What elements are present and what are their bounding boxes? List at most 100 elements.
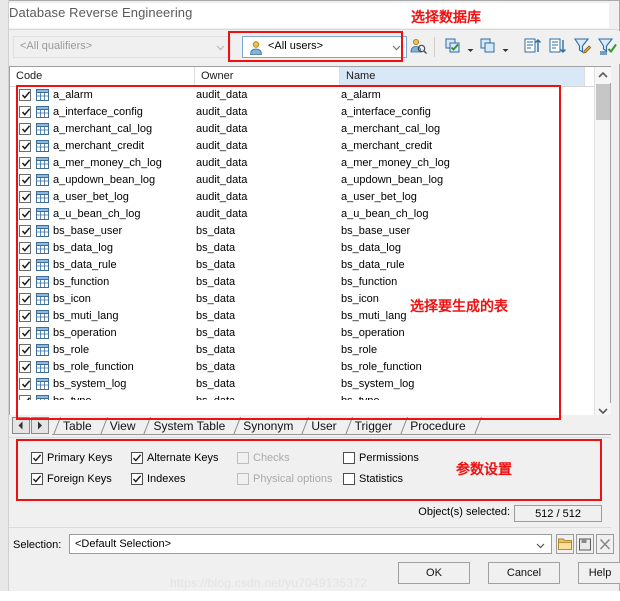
row-checkbox[interactable]: [19, 259, 31, 271]
table-row[interactable]: bs_base_user bs_data bs_base_user: [11, 223, 585, 240]
tab-view[interactable]: View: [99, 416, 143, 436]
table-row[interactable]: bs_operation bs_data bs_operation: [11, 325, 585, 342]
select-all-icon[interactable]: [443, 36, 465, 58]
row-checkbox[interactable]: [19, 191, 31, 203]
cell-name: a_mer_money_ch_log: [341, 157, 450, 169]
table-icon: [36, 225, 49, 237]
delete-icon[interactable]: [596, 534, 614, 554]
column-header-owner[interactable]: Owner: [195, 67, 340, 86]
objects-selected-label: Object(s) selected:: [418, 506, 510, 518]
row-checkbox[interactable]: [19, 208, 31, 220]
row-checkbox[interactable]: [19, 310, 31, 322]
tab-table[interactable]: Table: [52, 416, 99, 436]
deselect-all-dropdown-icon[interactable]: [502, 44, 509, 52]
table-row[interactable]: a_updown_bean_log audit_data a_updown_bean…: [11, 172, 585, 189]
table-icon: [36, 276, 49, 288]
tab-scroll-left-button[interactable]: [12, 417, 30, 434]
row-checkbox[interactable]: [19, 242, 31, 254]
table-row[interactable]: a_alarm audit_data a_alarm: [11, 87, 585, 104]
column-header-code[interactable]: Code: [10, 67, 195, 86]
row-checkbox[interactable]: [19, 106, 31, 118]
apply-filter-icon[interactable]: [597, 36, 619, 58]
option-checkbox[interactable]: [31, 452, 43, 464]
qualifier-combo[interactable]: <All qualifiers>: [13, 36, 231, 58]
annotation-parameter-settings: 参数设置: [456, 462, 512, 478]
user-filter-icon[interactable]: [408, 36, 430, 58]
row-checkbox[interactable]: [19, 174, 31, 186]
table-row[interactable]: bs_typebs_databs_type: [11, 393, 585, 400]
objects-selected-value: 512 / 512: [514, 505, 602, 522]
toolbar: <All qualifiers> <All users>: [9, 31, 620, 64]
table-row[interactable]: bs_data_log bs_data bs_data_log: [11, 240, 585, 257]
list-rows[interactable]: a_alarm audit_data a_alarm a_interface_conf…: [11, 87, 585, 400]
table-icon: [36, 106, 49, 118]
sort-descending-icon[interactable]: [547, 36, 569, 58]
tab-slash-icon: [399, 416, 409, 436]
row-checkbox[interactable]: [19, 157, 31, 169]
option-checkbox[interactable]: [131, 473, 143, 485]
table-row[interactable]: a_merchant_credit audit_data a_merchant_cr…: [11, 138, 585, 155]
tabs[interactable]: Table View System Table Synonym User Trigger P…: [52, 416, 485, 436]
option-checkbox[interactable]: [343, 473, 355, 485]
table-row[interactable]: bs_role bs_data bs_role: [11, 342, 585, 359]
cell-name: bs_data_log: [341, 242, 401, 254]
select-all-dropdown-icon[interactable]: [467, 44, 474, 52]
scrollbar-thumb[interactable]: [596, 84, 610, 120]
row-checkbox[interactable]: [19, 395, 31, 400]
cell-name: bs_role: [341, 344, 378, 356]
help-button[interactable]: Help: [578, 562, 620, 584]
open-folder-icon[interactable]: [556, 534, 574, 554]
tab-system-table[interactable]: System Table: [142, 416, 232, 436]
save-icon[interactable]: [576, 534, 594, 554]
chevron-up-icon[interactable]: [595, 67, 611, 83]
table-row[interactable]: a_u_bean_ch_log audit_data a_u_bean_ch_log: [11, 206, 585, 223]
vertical-scrollbar[interactable]: [594, 67, 611, 419]
tab-scroll-right-button[interactable]: [31, 417, 49, 434]
table-row[interactable]: a_interface_config audit_data a_interface_…: [11, 104, 585, 121]
annotation-select-database: 选择数据库: [411, 10, 481, 26]
row-checkbox[interactable]: [19, 276, 31, 288]
table-row[interactable]: a_mer_money_ch_log audit_data a_mer_money_…: [11, 155, 585, 172]
option-checkbox[interactable]: [31, 473, 43, 485]
row-checkbox[interactable]: [19, 361, 31, 373]
table-row[interactable]: a_merchant_cal_log audit_data a_merchant_c…: [11, 121, 585, 138]
sort-ascending-icon[interactable]: [522, 36, 544, 58]
table-row[interactable]: bs_system_log bs_data bs_system_log: [11, 376, 585, 393]
table-row[interactable]: bs_function bs_data bs_function: [11, 274, 585, 291]
option-checkbox[interactable]: [343, 452, 355, 464]
edit-filter-icon[interactable]: [572, 36, 594, 58]
row-checkbox[interactable]: [19, 89, 31, 101]
chevron-down-icon[interactable]: [392, 43, 401, 52]
table-icon: [36, 259, 49, 271]
tab-slash-icon: [232, 416, 242, 436]
table-row[interactable]: bs_data_rule bs_data bs_data_rule: [11, 257, 585, 274]
selection-combo[interactable]: <Default Selection>: [69, 534, 552, 554]
row-checkbox[interactable]: [19, 225, 31, 237]
deselect-all-icon[interactable]: [478, 36, 500, 58]
row-checkbox[interactable]: [19, 123, 31, 135]
object-list[interactable]: Code Owner Name a_alarm audit_data a_alarm…: [9, 66, 611, 420]
option-checkbox[interactable]: [131, 452, 143, 464]
chevron-down-icon[interactable]: [536, 541, 545, 550]
table-icon: [36, 208, 49, 220]
tab-user[interactable]: User: [300, 416, 343, 436]
row-checkbox[interactable]: [19, 140, 31, 152]
tab-trigger[interactable]: Trigger: [344, 416, 400, 436]
cell-code-text: bs_function: [53, 276, 110, 288]
list-header: Code Owner Name: [10, 67, 610, 87]
table-row[interactable]: a_user_bet_log audit_data a_user_bet_log: [11, 189, 585, 206]
column-header-name[interactable]: Name: [340, 67, 585, 86]
user-combo[interactable]: <All users>: [242, 36, 407, 58]
row-checkbox[interactable]: [19, 378, 31, 390]
watermark: https://blog.csdn.net/yu7049135372: [170, 576, 367, 590]
row-checkbox[interactable]: [19, 293, 31, 305]
tab-procedure[interactable]: Procedure: [399, 416, 472, 436]
tab-synonym[interactable]: Synonym: [232, 416, 300, 436]
cancel-button[interactable]: Cancel: [488, 562, 560, 584]
row-checkbox[interactable]: [19, 327, 31, 339]
ok-button[interactable]: OK: [398, 562, 470, 584]
table-row[interactable]: bs_role_function bs_data bs_role_function: [11, 359, 585, 376]
qualifier-combo-value: <All qualifiers>: [20, 40, 93, 52]
cell-code-text: a_mer_money_ch_log: [53, 157, 162, 169]
row-checkbox[interactable]: [19, 344, 31, 356]
